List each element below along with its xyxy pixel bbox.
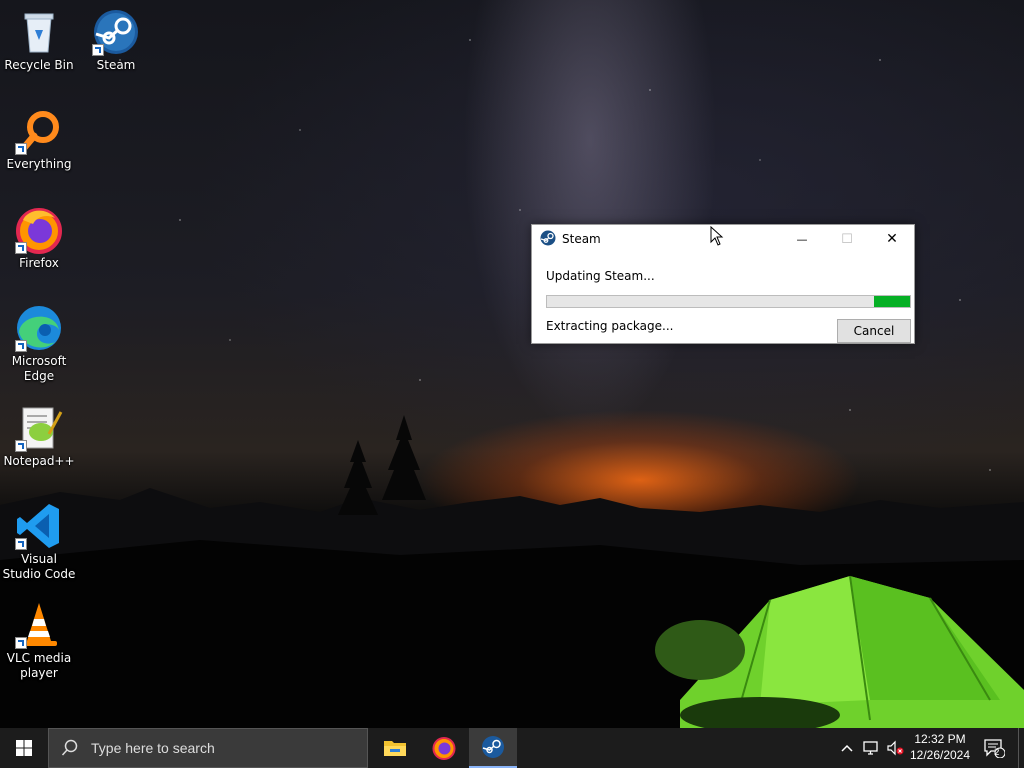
vlc-icon: [15, 601, 63, 649]
shortcut-arrow-icon: [15, 440, 27, 452]
desktop-icon-notepadpp[interactable]: Notepad++: [1, 404, 77, 469]
desktop-icon-label: Firefox: [19, 256, 59, 270]
minimize-icon: —: [796, 232, 808, 246]
notification-count-badge: 2: [994, 748, 1000, 758]
close-button[interactable]: ✕: [869, 225, 915, 253]
progress-fill: [873, 296, 910, 307]
cancel-button[interactable]: Cancel: [837, 319, 911, 343]
desktop-icon-label: Recycle Bin: [4, 58, 74, 72]
search-placeholder: Type here to search: [91, 740, 215, 756]
steam-icon: [540, 230, 556, 249]
chevron-up-icon: [841, 744, 853, 752]
shortcut-arrow-icon: [92, 44, 104, 56]
desktop-icon-everything[interactable]: Everything: [1, 107, 77, 172]
maximize-icon: ☐: [841, 231, 853, 247]
landscape-silhouette: [0, 415, 1024, 728]
desktop-icon-label: Everything: [6, 157, 72, 171]
start-button[interactable]: [0, 728, 48, 768]
taskbar: Type here to search 12:32 PM 12/26/2024 …: [0, 728, 1024, 768]
taskbar-search-box[interactable]: Type here to search: [48, 728, 368, 768]
update-status-text: Extracting package...: [546, 319, 674, 333]
shortcut-arrow-icon: [15, 538, 27, 550]
shortcut-arrow-icon: [15, 340, 27, 352]
network-status[interactable]: [860, 728, 882, 768]
desktop-icon-recycle-bin[interactable]: Recycle Bin: [1, 8, 77, 73]
volume-muted-icon: [887, 740, 904, 756]
desktop-icon-label: Steam: [96, 58, 136, 72]
mouse-cursor-icon: [710, 226, 724, 246]
desktop-icon-firefox[interactable]: Firefox: [1, 206, 77, 271]
taskbar-steam[interactable]: [469, 728, 517, 768]
network-icon: [863, 741, 878, 755]
file-explorer-icon: [384, 741, 406, 756]
minimize-button[interactable]: —: [779, 225, 825, 253]
shortcut-arrow-icon: [15, 143, 27, 155]
desktop-background: Recycle Bin Steam Everything Firefox Mic…: [0, 0, 1024, 728]
volume-status[interactable]: [884, 728, 906, 768]
taskbar-file-explorer[interactable]: [371, 728, 419, 768]
desktop-icon-label: VLC media player: [6, 651, 72, 680]
desktop-icon-vlc[interactable]: VLC media player: [1, 601, 77, 681]
update-message: Updating Steam...: [546, 269, 655, 283]
everything-search-icon: [15, 107, 63, 155]
taskbar-firefox[interactable]: [420, 728, 468, 768]
show-desktop-button[interactable]: [1018, 728, 1024, 768]
recycle-bin-icon: [15, 8, 63, 56]
taskbar-clock[interactable]: 12:32 PM 12/26/2024: [905, 731, 975, 763]
close-icon: ✕: [886, 231, 898, 247]
show-hidden-icons-button[interactable]: [838, 728, 856, 768]
shortcut-arrow-icon: [15, 637, 27, 649]
dialog-title: Steam: [562, 232, 601, 246]
desktop-icon-label: Microsoft Edge: [11, 354, 67, 383]
update-progress-bar: [546, 295, 911, 308]
clock-time: 12:32 PM: [914, 732, 966, 746]
desktop-icon-edge[interactable]: Microsoft Edge: [1, 304, 77, 384]
firefox-icon: [432, 737, 456, 760]
desktop-icon-label: Visual Studio Code: [2, 552, 76, 581]
steam-icon: [482, 736, 504, 758]
notepadpp-icon: [15, 404, 63, 452]
windows-logo-icon: [16, 740, 32, 756]
desktop-icon-label: Notepad++: [3, 454, 75, 468]
firefox-icon: [15, 206, 63, 254]
search-icon: [61, 739, 78, 756]
desktop-icon-steam[interactable]: Steam: [78, 8, 154, 73]
action-center-button[interactable]: 2: [980, 728, 1008, 768]
maximize-button: ☐: [824, 225, 870, 253]
vscode-icon: [15, 502, 63, 550]
shortcut-arrow-icon: [15, 242, 27, 254]
edge-icon: [15, 304, 63, 352]
desktop-icon-vscode[interactable]: Visual Studio Code: [1, 502, 77, 582]
clock-date: 12/26/2024: [909, 748, 971, 762]
steam-icon: [92, 8, 140, 56]
